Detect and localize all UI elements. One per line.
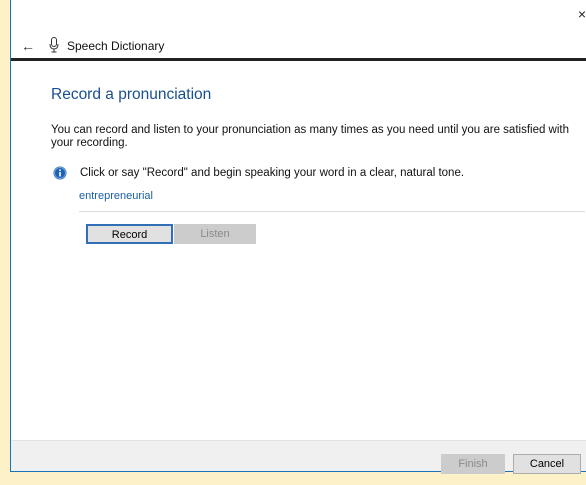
cancel-button[interactable]: Cancel	[513, 454, 581, 474]
close-button[interactable]: ×	[570, 0, 586, 28]
title-bar: ×	[11, 0, 586, 30]
info-text: Click or say "Record" and begin speaking…	[80, 167, 465, 179]
info-row: Click or say "Record" and begin speaking…	[53, 165, 573, 181]
desktop-background: × ← Speech Dictionary Record a pronuncia…	[0, 0, 586, 485]
page-title: Record a pronunciation	[51, 86, 212, 103]
word-label: entrepreneurial	[79, 190, 153, 202]
finish-button[interactable]: Finish	[441, 454, 505, 474]
divider	[79, 211, 585, 212]
back-button[interactable]: ←	[21, 38, 37, 54]
nav-title: Speech Dictionary	[67, 39, 165, 53]
microphone-icon	[49, 37, 59, 53]
listen-button[interactable]: Listen	[174, 224, 256, 244]
record-button[interactable]: Record	[86, 224, 173, 244]
description-text: You can record and listen to your pronun…	[51, 124, 570, 149]
back-arrow-icon: ←	[21, 38, 35, 54]
info-icon	[53, 166, 67, 180]
close-icon: ×	[577, 6, 586, 22]
content-header: Record a pronunciation	[51, 86, 581, 104]
speech-dictionary-window: × ← Speech Dictionary Record a pronuncia…	[10, 0, 586, 472]
navigation-bar: ← Speech Dictionary	[11, 33, 586, 61]
